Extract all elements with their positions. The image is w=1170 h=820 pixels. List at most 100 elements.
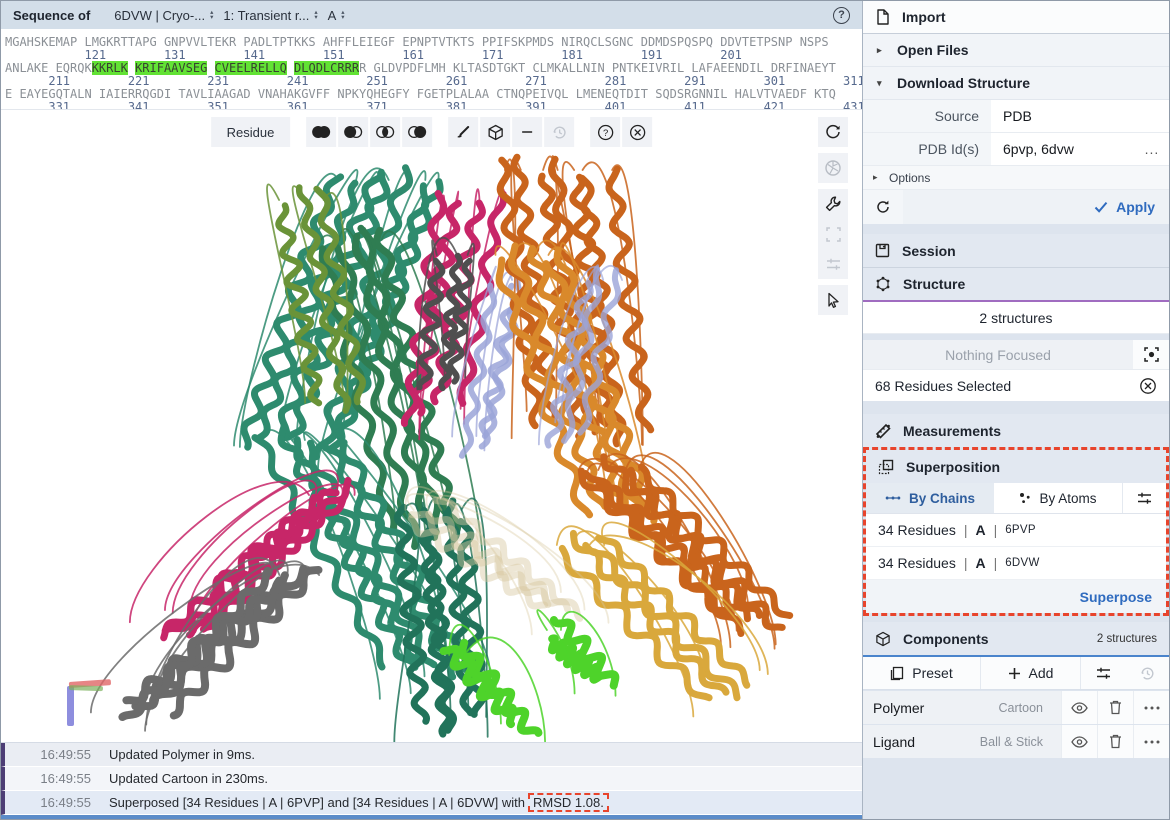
control-panel: Import ▸ Open Files ▾ Download Structure… bbox=[863, 1, 1169, 819]
components-section-header[interactable]: Components 2 structures bbox=[863, 622, 1169, 655]
reload-icon[interactable] bbox=[863, 190, 903, 224]
selection-count-text: 68 Residues Selected bbox=[875, 378, 1011, 394]
apply-button[interactable]: Apply bbox=[903, 190, 1169, 224]
sequence-of-label: Sequence of bbox=[13, 8, 90, 23]
settings-sliders-icon[interactable] bbox=[818, 249, 848, 279]
panel-filler bbox=[863, 758, 1169, 819]
screenshot-icon[interactable] bbox=[818, 153, 848, 183]
tab-by-atoms[interactable]: By Atoms bbox=[994, 483, 1122, 513]
select-intersect-icon[interactable] bbox=[370, 117, 400, 147]
components-history-icon[interactable] bbox=[1125, 657, 1169, 689]
component-row-polymer: Polymer Cartoon bbox=[863, 691, 1169, 724]
options-toggle-row[interactable]: ▸ Options bbox=[863, 166, 1169, 190]
collapsed-arrow-icon: ▸ bbox=[877, 45, 885, 56]
log-row: 16:49:55 Updated Cartoon in 230ms. bbox=[1, 767, 862, 791]
delete-trash-icon[interactable] bbox=[1097, 691, 1133, 724]
focus-target-icon[interactable] bbox=[1133, 340, 1169, 369]
components-count: 2 structures bbox=[1097, 633, 1157, 645]
source-label: Source bbox=[863, 100, 991, 132]
measurements-section-header[interactable]: Measurements bbox=[863, 414, 1169, 447]
import-section-header[interactable]: Import bbox=[863, 1, 1169, 34]
brush-icon[interactable] bbox=[448, 117, 478, 147]
controls-wrench-icon[interactable] bbox=[818, 189, 848, 219]
delete-trash-icon[interactable] bbox=[1097, 725, 1133, 758]
cube-icon[interactable] bbox=[480, 117, 510, 147]
structure-section-header[interactable]: Structure bbox=[863, 267, 1169, 300]
select-difference-icon[interactable] bbox=[402, 117, 432, 147]
pdbid-field-row: PDB Id(s) 6pvp, 6dvw ... bbox=[863, 133, 1169, 166]
dismiss-toolbar-icon[interactable] bbox=[622, 117, 652, 147]
session-section-header[interactable]: Session bbox=[863, 234, 1169, 267]
components-actions-row: Preset Add bbox=[863, 657, 1169, 690]
sequence-viewer[interactable]: MGAHSKEMAP LMGKRTTAPG GNPVVLTEKR PADLTPT… bbox=[1, 29, 862, 109]
history-icon[interactable] bbox=[544, 117, 574, 147]
selection-toolbar: Residue ? bbox=[211, 117, 653, 147]
superposition-tabs: By Chains By Atoms bbox=[866, 483, 1166, 514]
viewport-3d[interactable]: Residue ? bbox=[1, 109, 862, 742]
log-timestamp: 16:49:55 bbox=[5, 771, 109, 786]
source-field-row: Source PDB bbox=[863, 100, 1169, 133]
structure-dropdown[interactable]: 6DVW | Cryo-... ▴▾ bbox=[114, 8, 213, 23]
collapsed-arrow-icon: ▸ bbox=[873, 172, 881, 183]
cursor-mode-icon[interactable] bbox=[818, 285, 848, 315]
superposition-entry[interactable]: 34 Residues | A | 6PVP bbox=[866, 514, 1166, 547]
chevron-updown-icon: ▴▾ bbox=[314, 10, 317, 20]
visibility-eye-icon[interactable] bbox=[1061, 691, 1097, 724]
log-message: Updated Polymer in 9ms. bbox=[109, 747, 255, 762]
component-polymer[interactable]: Polymer Cartoon bbox=[863, 691, 1061, 724]
svg-text:?: ? bbox=[603, 128, 608, 139]
focus-row: Nothing Focused bbox=[863, 340, 1169, 369]
protein-structure-render[interactable] bbox=[1, 110, 862, 742]
apply-row: Apply bbox=[863, 190, 1169, 224]
log-row: 16:49:55 Updated Polymer in 9ms. bbox=[1, 743, 862, 767]
source-select[interactable]: PDB bbox=[991, 100, 1169, 132]
chevron-updown-icon: ▴▾ bbox=[341, 10, 344, 20]
components-options-icon[interactable] bbox=[1081, 657, 1125, 689]
chain-dropdown[interactable]: A ▴▾ bbox=[328, 8, 345, 23]
focus-placeholder: Nothing Focused bbox=[863, 340, 1133, 369]
more-options-icon[interactable] bbox=[1133, 691, 1169, 724]
chains-icon bbox=[885, 494, 901, 502]
superpose-button[interactable]: Superpose bbox=[866, 580, 1166, 613]
help-icon[interactable]: ? bbox=[833, 7, 850, 24]
minus-icon[interactable] bbox=[512, 117, 542, 147]
expand-icon[interactable] bbox=[818, 219, 848, 249]
more-options-icon[interactable] bbox=[1133, 725, 1169, 758]
superposition-entry[interactable]: 34 Residues | A | 6DVW bbox=[866, 547, 1166, 580]
visibility-eye-icon[interactable] bbox=[1061, 725, 1097, 758]
component-ligand[interactable]: Ligand Ball & Stick bbox=[863, 725, 1061, 758]
preset-button[interactable]: Preset bbox=[863, 657, 981, 689]
clear-selection-icon[interactable] bbox=[1139, 377, 1157, 395]
bookmark-icon bbox=[890, 666, 904, 681]
pdbid-more-button[interactable]: ... bbox=[1135, 133, 1169, 165]
log-row: 16:49:55 Superposed [34 Residues | A | 6… bbox=[1, 791, 862, 815]
superposition-options-icon[interactable] bbox=[1122, 483, 1166, 513]
log-timestamp: 16:49:55 bbox=[5, 795, 109, 810]
model-dropdown[interactable]: 1: Transient r... ▴▾ bbox=[223, 8, 317, 23]
reset-camera-icon[interactable] bbox=[818, 117, 848, 147]
viewer-column: Sequence of 6DVW | Cryo-... ▴▾ 1: Transi… bbox=[1, 1, 863, 819]
atoms-icon bbox=[1019, 492, 1031, 504]
select-union-icon[interactable] bbox=[306, 117, 336, 147]
viewport-controls-rail bbox=[818, 117, 848, 315]
select-subtract-icon[interactable] bbox=[338, 117, 368, 147]
check-icon bbox=[1094, 201, 1108, 213]
superposition-annotated-region: Superposition By Chains By Atoms 34 Resi… bbox=[863, 447, 1169, 616]
add-component-button[interactable]: Add bbox=[981, 657, 1081, 689]
superposition-section-header[interactable]: Superposition bbox=[866, 450, 1166, 483]
log-timestamp: 16:49:55 bbox=[5, 747, 109, 762]
tab-by-chains[interactable]: By Chains bbox=[866, 483, 994, 513]
rmsd-value-annotated: RMSD 1.08. bbox=[528, 793, 609, 812]
molecule-ring-icon bbox=[875, 276, 891, 292]
download-structure-row[interactable]: ▾ Download Structure bbox=[863, 67, 1169, 100]
plus-icon bbox=[1008, 667, 1021, 680]
molstar-app: Sequence of 6DVW | Cryo-... ▴▾ 1: Transi… bbox=[0, 0, 1170, 820]
toolbar-help-icon[interactable]: ? bbox=[590, 117, 620, 147]
log-message: Superposed [34 Residues | A | 6PVP] and … bbox=[109, 795, 525, 810]
log-message: Updated Cartoon in 230ms. bbox=[109, 771, 268, 786]
granularity-dropdown[interactable]: Residue bbox=[211, 117, 291, 147]
pdbid-input[interactable]: 6pvp, 6dvw bbox=[991, 133, 1135, 165]
structures-count-row[interactable]: 2 structures bbox=[863, 302, 1169, 334]
open-files-row[interactable]: ▸ Open Files bbox=[863, 34, 1169, 67]
measure-icon bbox=[875, 423, 891, 439]
